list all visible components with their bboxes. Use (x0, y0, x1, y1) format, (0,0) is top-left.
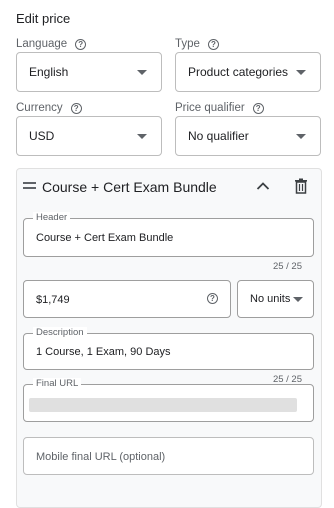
qualifier-select[interactable]: No qualifier (175, 116, 321, 156)
mobile-final-url-placeholder: Mobile final URL (optional) (36, 451, 166, 463)
language-value: English (29, 65, 69, 79)
header-label: Header (33, 212, 71, 224)
dropdown-caret-icon (293, 296, 303, 302)
units-value: No units (250, 293, 291, 305)
dropdown-caret-icon (296, 133, 306, 139)
units-select[interactable]: No units (237, 280, 314, 318)
type-value: Product categories (188, 65, 289, 79)
help-icon[interactable]: ? (70, 102, 82, 114)
header-counter: 25 / 25 (272, 261, 302, 272)
currency-label: Currency (16, 102, 63, 114)
currency-value: USD (29, 129, 55, 143)
help-icon[interactable]: ? (252, 102, 264, 114)
price-field[interactable]: $1,749 ? (23, 280, 231, 318)
page-title: Edit price (16, 11, 71, 26)
chevron-up-icon[interactable] (256, 181, 270, 191)
description-label: Description (33, 327, 87, 339)
help-icon[interactable]: ? (207, 38, 219, 50)
help-icon[interactable]: ? (75, 38, 87, 50)
language-label: Language (16, 38, 68, 50)
type-label-row: Type ? (175, 38, 219, 50)
qualifier-value: No qualifier (188, 129, 249, 143)
description-field[interactable]: Description 1 Course, 1 Exam, 90 Days (23, 327, 314, 370)
dropdown-caret-icon (137, 133, 147, 139)
final-url-field[interactable]: Final URL (23, 378, 314, 422)
type-select[interactable]: Product categories (175, 52, 321, 92)
description-input-value: 1 Course, 1 Exam, 90 Days (36, 346, 171, 358)
item-title: Course + Cert Exam Bundle (42, 179, 217, 195)
help-icon[interactable]: ? (207, 293, 218, 304)
language-select[interactable]: English (16, 52, 162, 92)
currency-label-row: Currency ? (16, 102, 82, 114)
delete-icon[interactable] (294, 178, 308, 194)
drag-handle-icon[interactable] (23, 182, 36, 192)
header-field[interactable]: Header Course + Cert Exam Bundle (23, 212, 314, 257)
dropdown-caret-icon (296, 69, 306, 75)
currency-select[interactable]: USD (16, 116, 162, 156)
price-value: $1,749 (36, 294, 70, 306)
final-url-redacted-value (29, 398, 297, 412)
qualifier-label-row: Price qualifier ? (175, 102, 264, 114)
dropdown-caret-icon (137, 69, 147, 75)
final-url-label: Final URL (33, 378, 82, 390)
mobile-final-url-field[interactable]: Mobile final URL (optional) (23, 437, 314, 475)
language-label-row: Language ? (16, 38, 87, 50)
qualifier-label: Price qualifier (175, 102, 245, 114)
type-label: Type (175, 38, 200, 50)
header-input-value: Course + Cert Exam Bundle (36, 232, 174, 244)
